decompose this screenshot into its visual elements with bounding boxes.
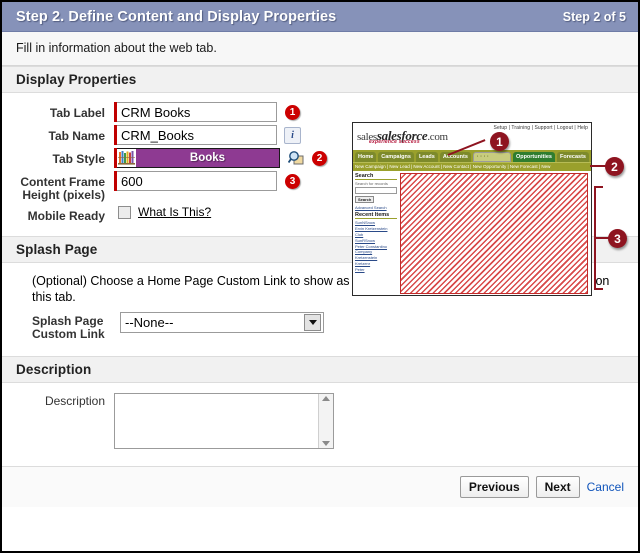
next-button[interactable]: Next: [535, 476, 580, 498]
display-properties-heading: Display Properties: [16, 72, 137, 87]
what-is-this-link[interactable]: What Is This?: [138, 205, 211, 219]
preview-top-links: Setup | Training | Support | Logout | He…: [493, 125, 588, 131]
list-item[interactable]: Ervin Kretzenstein: [355, 226, 397, 231]
splash-link-label: Splash Page Custom Link: [32, 314, 105, 341]
wizard-footer: Previous Next Cancel: [2, 466, 638, 507]
callout-badge-2: 2: [312, 150, 327, 166]
step-counter: Step 2 of 5: [562, 9, 626, 24]
preview-body: Search Search for records Search Advance…: [353, 171, 591, 295]
description-heading: Description: [16, 362, 92, 377]
preview-tab-new-custom[interactable]: · · · ·: [472, 152, 511, 162]
scroll-up-icon[interactable]: [322, 396, 330, 401]
field-row-splash-link: Splash Page Custom Link --None--: [32, 312, 622, 341]
wizard-header: Step 2. Define Content and Display Prope…: [2, 2, 638, 32]
mobile-ready-label: Mobile Ready: [27, 209, 105, 223]
logo-tagline: experience success: [369, 139, 420, 145]
preview-masthead: salessalesforce.com experience success S…: [353, 123, 591, 150]
tab-style-preview[interactable]: Books: [117, 148, 280, 168]
preview-recent-items-heading: Recent Items: [355, 212, 397, 219]
page-title: Step 2. Define Content and Display Prope…: [16, 8, 337, 25]
preview-sidebar: Search Search for records Search Advance…: [353, 171, 399, 295]
description-body: Description: [2, 383, 638, 466]
description-textarea-area[interactable]: [115, 394, 318, 448]
callout-badge-1: 1: [285, 104, 300, 120]
info-icon[interactable]: i: [284, 126, 301, 144]
chevron-down-icon[interactable]: [304, 314, 321, 331]
list-item[interactable]: Kretzenr: [355, 261, 397, 266]
scroll-down-icon[interactable]: [322, 441, 330, 446]
preview-tab-leads[interactable]: Leads: [415, 152, 438, 162]
preview-search-button[interactable]: Search: [355, 196, 375, 203]
callout-badge-3: 3: [285, 173, 300, 189]
list-item[interactable]: SunNSnow: [355, 220, 397, 225]
cancel-link[interactable]: Cancel: [587, 480, 624, 494]
tab-name-label: Tab Name: [48, 129, 105, 143]
splash-link-select[interactable]: --None--: [120, 312, 324, 333]
content-frame-height-label: Content Frame Height (pixels): [20, 175, 105, 202]
tab-label-label: Tab Label: [49, 106, 105, 120]
preview-tab-bar: Home Campaigns Leads Accounts · · · · Op…: [353, 150, 591, 162]
list-item[interactable]: SunRSnow: [355, 238, 397, 243]
content-frame-height-input[interactable]: [117, 171, 277, 191]
field-row-tab-label: Tab Label 1: [2, 102, 638, 122]
tab-style-value: Books: [189, 152, 226, 164]
list-item[interactable]: Kretzenstein: [355, 255, 397, 260]
instruction-text: Fill in information about the web tab.: [2, 32, 638, 66]
list-item[interactable]: Peter: [355, 267, 397, 272]
preview-advanced-search-link[interactable]: Advanced Search: [355, 205, 397, 210]
salesforce-preview: salessalesforce.com experience success S…: [352, 122, 592, 296]
preview-search-placeholder: Search for records: [355, 181, 388, 186]
list-item[interactable]: Club: [355, 232, 397, 237]
preview-tab-forecasts[interactable]: Forecasts: [557, 152, 589, 162]
preview-tab-campaigns[interactable]: Campaigns: [378, 152, 414, 162]
section-header-description: Description: [2, 356, 638, 383]
mobile-ready-checkbox[interactable]: [118, 205, 131, 219]
preview-search-heading: Search: [355, 173, 397, 180]
description-label: Description: [44, 394, 105, 408]
field-row-description: Description: [2, 393, 638, 449]
tab-name-input[interactable]: [117, 125, 277, 145]
preview-tab-home[interactable]: Home: [355, 152, 377, 162]
web-tab-wizard-page: Step 2. Define Content and Display Prope…: [0, 0, 640, 553]
textarea-scrollbar[interactable]: [318, 394, 333, 448]
description-textarea[interactable]: [114, 393, 334, 449]
search-magnifier-icon[interactable]: [288, 150, 304, 166]
preview-content-frame: [400, 173, 588, 294]
tab-label-input[interactable]: [117, 102, 277, 122]
section-header-display-properties: Display Properties: [2, 66, 638, 93]
preview-subnav: New Campaign | New Lead | New Account | …: [353, 162, 591, 171]
splash-link-selected-value: --None--: [125, 315, 174, 330]
tab-style-label: Tab Style: [52, 152, 105, 166]
list-item[interactable]: Peter Constantino Company: [355, 244, 397, 254]
books-icon: [117, 149, 136, 167]
previous-button[interactable]: Previous: [459, 476, 529, 498]
preview-search-input[interactable]: [355, 187, 397, 194]
preview-tab-opportunities[interactable]: Opportunities: [512, 152, 555, 162]
preview-tab-accounts[interactable]: Accounts: [439, 152, 471, 162]
